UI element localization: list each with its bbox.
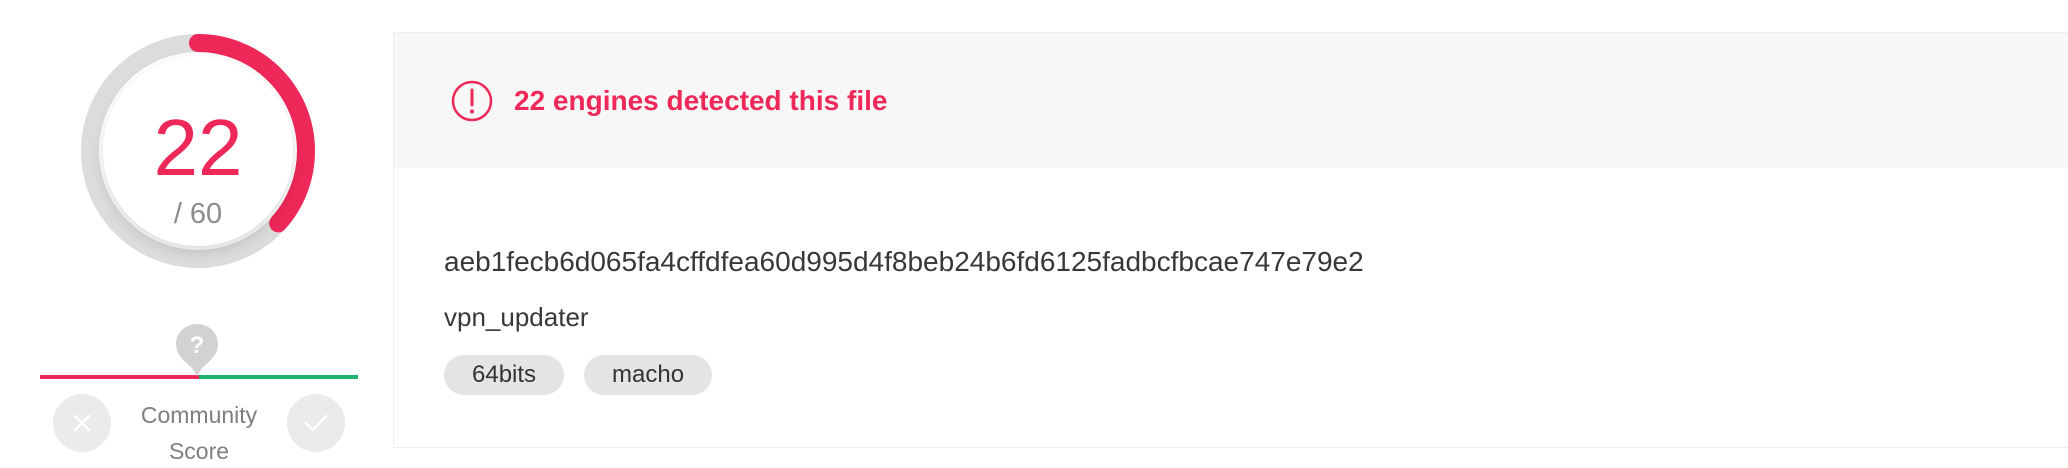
file-tags: 64bits macho (444, 355, 713, 395)
detection-card: 22 engines detected this file aeb1fecb6d… (393, 32, 2068, 448)
community-score-bar-positive (199, 375, 358, 379)
question-marker-icon: ? (172, 322, 222, 380)
x-icon (73, 414, 91, 432)
tag-macho[interactable]: macho (584, 355, 713, 395)
exclamation-circle-icon (451, 80, 493, 122)
community-score-label: Community Score (140, 402, 258, 464)
engine-total: / 60 (173, 198, 223, 230)
tag-64bits[interactable]: 64bits (444, 355, 565, 395)
community-score: ? Community Score (40, 320, 358, 468)
file-hash[interactable]: aeb1fecb6d065fa4cffdfea60d995d4f8beb24b6… (444, 245, 1364, 279)
detection-count: 22 (153, 103, 243, 192)
detection-message: 22 engines detected this file (514, 85, 888, 116)
score-column: 22 / 60 ? Community Score (0, 0, 394, 468)
check-icon (304, 414, 328, 432)
file-report-summary: 22 / 60 ? Community Score 22 engines det… (0, 0, 2068, 468)
downvote-button[interactable] (53, 394, 111, 452)
file-name: vpn_updater (444, 302, 589, 332)
detection-gauge: 22 / 60 (77, 30, 319, 272)
detection-alert-banner: 22 engines detected this file (394, 33, 2068, 168)
gauge-center: 22 / 60 (103, 56, 293, 246)
community-marker-symbol: ? (190, 332, 205, 359)
upvote-button[interactable] (287, 394, 345, 452)
